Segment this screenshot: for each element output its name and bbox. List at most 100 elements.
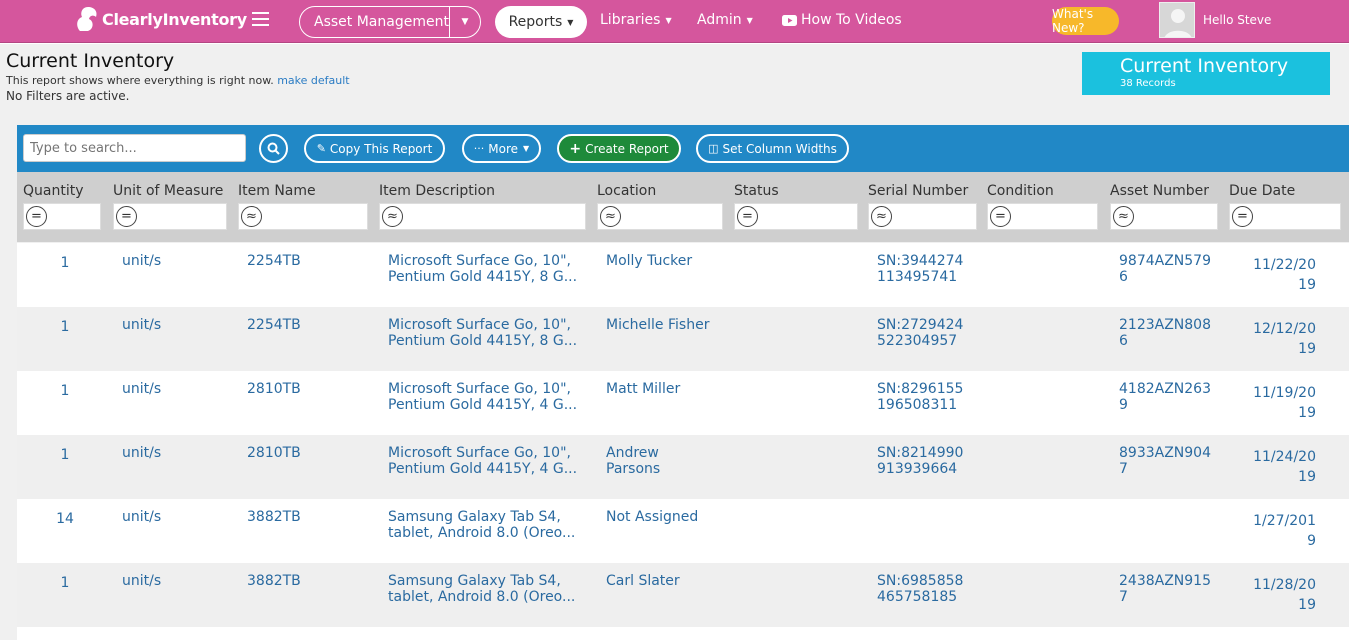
item-name-filter-input[interactable]: ≈ [238, 203, 368, 230]
chevron-down-icon: ▼ [567, 17, 574, 27]
cell-item-description[interactable]: Microsoft Surface Go, 10", Pentium Gold 4… [388, 317, 577, 349]
cell-asset-number[interactable]: 2123AZN808 6 [1119, 317, 1211, 349]
cell-item-description[interactable]: Samsung Galaxy Tab S4, tablet, Android 8.… [388, 509, 575, 541]
column-header-location[interactable]: Location [597, 183, 656, 199]
cell-unit[interactable]: unit/s [122, 509, 161, 525]
equals-icon[interactable]: = [26, 206, 47, 227]
equals-icon[interactable]: = [1232, 206, 1253, 227]
cell-quantity[interactable]: 14 [23, 511, 107, 527]
cell-asset-number[interactable]: 9874AZN579 6 [1119, 253, 1211, 285]
column-header-quantity[interactable]: Quantity [23, 183, 84, 199]
asset-management-dropdown[interactable]: Asset Management ▼ [299, 6, 481, 38]
status-filter-input[interactable]: = [734, 203, 858, 230]
cell-item-name[interactable]: 3882TB [247, 509, 301, 525]
cell-due-date-line: 11/19/20 [1253, 385, 1316, 401]
location-filter-input[interactable]: ≈ [597, 203, 723, 230]
copy-report-button[interactable]: ✎ Copy This Report [304, 134, 445, 163]
reports-menu[interactable]: Reports ▼ [495, 6, 587, 38]
equals-icon[interactable]: = [990, 206, 1011, 227]
cell-item-name[interactable]: 2254TB [247, 253, 301, 269]
cell-serial-number[interactable]: SN:8214990 913939664 [877, 445, 963, 477]
set-column-widths-button[interactable]: ◫ Set Column Widths [696, 134, 849, 163]
cell-unit[interactable]: unit/s [122, 445, 161, 461]
cell-serial-number[interactable]: SN:6985858 465758185 [877, 573, 963, 605]
column-header-item-description[interactable]: Item Description [379, 183, 495, 199]
create-report-button[interactable]: + Create Report [557, 134, 681, 163]
search-input[interactable] [23, 134, 246, 162]
cell-location[interactable]: Not Assigned [606, 509, 698, 525]
avatar[interactable] [1159, 2, 1195, 38]
cell-quantity[interactable]: 1 [23, 447, 107, 463]
condition-filter-input[interactable]: = [987, 203, 1098, 230]
edit-icon: ✎ [316, 142, 326, 155]
chevron-down-icon[interactable]: ▼ [450, 7, 480, 37]
cell-serial-number[interactable]: SN:8296155 196508311 [877, 381, 963, 413]
cell-unit[interactable]: unit/s [122, 573, 161, 589]
user-greeting[interactable]: Hello Steve [1203, 13, 1271, 27]
quantity-filter-input[interactable]: = [23, 203, 101, 230]
admin-menu[interactable]: Admin ▼ [697, 12, 753, 28]
cell-item-description[interactable]: Microsoft Surface Go, 10", Pentium Gold 4… [388, 445, 577, 477]
asset-management-button[interactable]: Asset Management [300, 7, 450, 37]
cell-asset-number[interactable]: 2438AZN915 7 [1119, 573, 1211, 605]
search-button[interactable] [259, 134, 288, 163]
cell-item-description[interactable]: Microsoft Surface Go, 10", Pentium Gold 4… [388, 253, 577, 285]
equals-icon[interactable]: = [737, 206, 758, 227]
report-box-title: Current Inventory [1120, 55, 1289, 77]
approx-icon[interactable]: ≈ [600, 206, 621, 227]
approx-icon[interactable]: ≈ [1113, 206, 1134, 227]
cell-item-description[interactable]: Samsung Galaxy Tab S4, tablet, Android 8.… [388, 573, 575, 605]
cell-location[interactable]: Carl Slater [606, 573, 680, 589]
cell-due-date[interactable]: 11/22/20 19 [1238, 255, 1316, 295]
how-to-videos-link[interactable]: How To Videos [782, 12, 902, 28]
column-header-status[interactable]: Status [734, 183, 779, 199]
more-button[interactable]: ··· More ▼ [462, 134, 541, 163]
cell-due-date[interactable]: 1/27/201 9 [1238, 511, 1316, 551]
column-header-serial-number[interactable]: Serial Number [868, 183, 968, 199]
cell-unit[interactable]: unit/s [122, 381, 161, 397]
make-default-link[interactable]: make default [277, 74, 349, 87]
column-header-due-date[interactable]: Due Date [1229, 183, 1295, 199]
asset-number-filter-input[interactable]: ≈ [1110, 203, 1218, 230]
cell-due-date[interactable]: 11/24/20 19 [1238, 447, 1316, 487]
cell-quantity[interactable]: 1 [23, 319, 107, 335]
cell-quantity[interactable]: 1 [23, 383, 107, 399]
cell-unit[interactable]: unit/s [122, 317, 161, 333]
libraries-menu[interactable]: Libraries ▼ [600, 12, 672, 28]
whats-new-button[interactable]: What's New? [1052, 7, 1119, 35]
cell-due-date[interactable]: 11/19/20 19 [1238, 383, 1316, 423]
column-header-unit-of-measure[interactable]: Unit of Measure [113, 183, 223, 199]
cell-due-date[interactable]: 11/28/20 19 [1238, 575, 1316, 615]
cell-location[interactable]: Andrew Parsons [606, 445, 660, 477]
cell-item-name[interactable]: 3882TB [247, 573, 301, 589]
cell-asset-number[interactable]: 8933AZN904 7 [1119, 445, 1211, 477]
cell-quantity[interactable]: 1 [23, 575, 107, 591]
cell-asset-number[interactable]: 4182AZN263 9 [1119, 381, 1211, 413]
cell-unit[interactable]: unit/s [122, 253, 161, 269]
due-date-filter-input[interactable]: = [1229, 203, 1341, 230]
approx-icon[interactable]: ≈ [871, 206, 892, 227]
cell-location[interactable]: Molly Tucker [606, 253, 692, 269]
column-header-condition[interactable]: Condition [987, 183, 1054, 199]
column-header-item-name[interactable]: Item Name [238, 183, 316, 199]
unit-filter-input[interactable]: = [113, 203, 227, 230]
cell-serial-number[interactable]: SN:2729424 522304957 [877, 317, 963, 349]
cell-location[interactable]: Matt Miller [606, 381, 680, 397]
serial-number-filter-input[interactable]: ≈ [868, 203, 977, 230]
equals-icon[interactable]: = [116, 206, 137, 227]
approx-icon[interactable]: ≈ [241, 206, 262, 227]
logo[interactable]: ClearlyInventory [74, 3, 247, 35]
cell-item-name[interactable]: 2810TB [247, 445, 301, 461]
cell-location[interactable]: Michelle Fisher [606, 317, 709, 333]
cell-item-name[interactable]: 2810TB [247, 381, 301, 397]
cell-due-date[interactable]: 12/12/20 19 [1238, 319, 1316, 359]
menu-icon[interactable] [252, 12, 269, 28]
cell-serial-number[interactable]: SN:3944274 113495741 [877, 253, 963, 285]
column-header-asset-number[interactable]: Asset Number [1110, 183, 1209, 199]
approx-icon[interactable]: ≈ [382, 206, 403, 227]
item-description-filter-input[interactable]: ≈ [379, 203, 586, 230]
cell-item-name[interactable]: 2254TB [247, 317, 301, 333]
cell-item-description[interactable]: Microsoft Surface Go, 10", Pentium Gold 4… [388, 381, 577, 413]
table-row[interactable] [17, 627, 1349, 640]
cell-quantity[interactable]: 1 [23, 255, 107, 271]
